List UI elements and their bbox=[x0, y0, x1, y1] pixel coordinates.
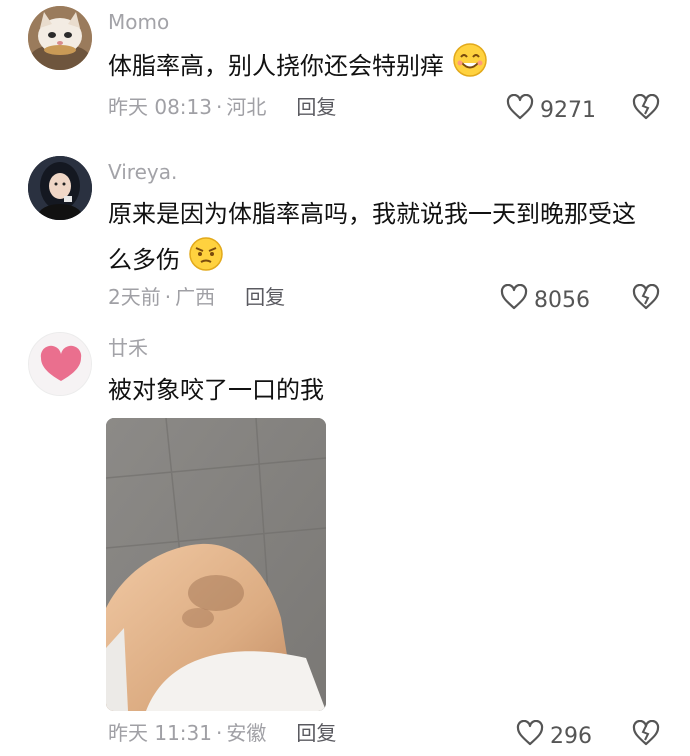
like-count: 8056 bbox=[534, 287, 590, 313]
heart-outline-icon bbox=[516, 719, 544, 753]
comment-text: 原来是因为体脂率高吗，我就说我一天到晚那受这么多伤 bbox=[108, 192, 658, 286]
comment-image[interactable] bbox=[106, 418, 326, 711]
dislike-button[interactable] bbox=[632, 93, 660, 124]
reply-button[interactable]: 回复 bbox=[296, 720, 336, 746]
location: 广西 bbox=[175, 285, 216, 309]
smile-emoji-icon bbox=[452, 42, 488, 92]
heart-avatar-icon bbox=[29, 333, 91, 395]
username[interactable]: Vireya. bbox=[108, 160, 177, 184]
heart-outline-icon bbox=[500, 283, 528, 317]
comment-text-content: 体脂率高，别人挠你还会特别痒 bbox=[108, 52, 444, 80]
dislike-button[interactable] bbox=[632, 283, 660, 314]
comment-meta: 昨天 08:13 · 河北 回复 bbox=[108, 94, 336, 120]
like-button[interactable]: 8056 bbox=[500, 283, 590, 317]
separator: · bbox=[164, 285, 172, 309]
timestamp: 2天前 bbox=[108, 285, 161, 309]
timestamp: 昨天 08:13 bbox=[108, 95, 212, 119]
comment-meta: 昨天 11:31 · 安徽 回复 bbox=[108, 720, 336, 746]
person-avatar-icon bbox=[28, 156, 92, 220]
comment-item: Vireya. 原来是因为体脂率高吗，我就说我一天到晚那受这么多伤 2天前 · … bbox=[0, 140, 690, 330]
dislike-button[interactable] bbox=[632, 719, 660, 750]
username[interactable]: Momo bbox=[108, 10, 169, 34]
username[interactable]: 廿禾 bbox=[108, 336, 148, 360]
like-button[interactable]: 296 bbox=[516, 719, 592, 753]
annoyed-emoji-icon bbox=[188, 236, 224, 286]
separator: · bbox=[216, 95, 223, 119]
knee-photo bbox=[106, 418, 326, 711]
comment-meta: 2天前 · 广西 回复 bbox=[108, 284, 285, 310]
cat-avatar-icon bbox=[28, 6, 92, 70]
comment-text: 体脂率高，别人挠你还会特别痒 bbox=[108, 42, 668, 92]
location: 安徽 bbox=[226, 721, 267, 745]
separator: · bbox=[216, 721, 223, 745]
broken-heart-icon bbox=[632, 719, 660, 750]
comment-item: 廿禾 被对象咬了一口的我 bbox=[0, 330, 690, 756]
like-button[interactable]: 9271 bbox=[506, 93, 596, 127]
comment-item: Momo 体脂率高，别人挠你还会特别痒 昨天 08:13 · 河北 回复 927… bbox=[0, 0, 690, 140]
location: 河北 bbox=[226, 95, 267, 119]
broken-heart-icon bbox=[632, 283, 660, 314]
avatar[interactable] bbox=[28, 6, 92, 70]
reply-button[interactable]: 回复 bbox=[245, 284, 285, 310]
timestamp: 昨天 11:31 bbox=[108, 721, 212, 745]
comment-text-content: 被对象咬了一口的我 bbox=[108, 376, 324, 404]
broken-heart-icon bbox=[632, 93, 660, 124]
comment-text: 被对象咬了一口的我 bbox=[108, 368, 668, 412]
like-count: 296 bbox=[550, 723, 592, 749]
heart-outline-icon bbox=[506, 93, 534, 127]
reply-button[interactable]: 回复 bbox=[296, 94, 336, 120]
avatar[interactable] bbox=[28, 332, 92, 396]
avatar[interactable] bbox=[28, 156, 92, 220]
like-count: 9271 bbox=[540, 97, 596, 123]
